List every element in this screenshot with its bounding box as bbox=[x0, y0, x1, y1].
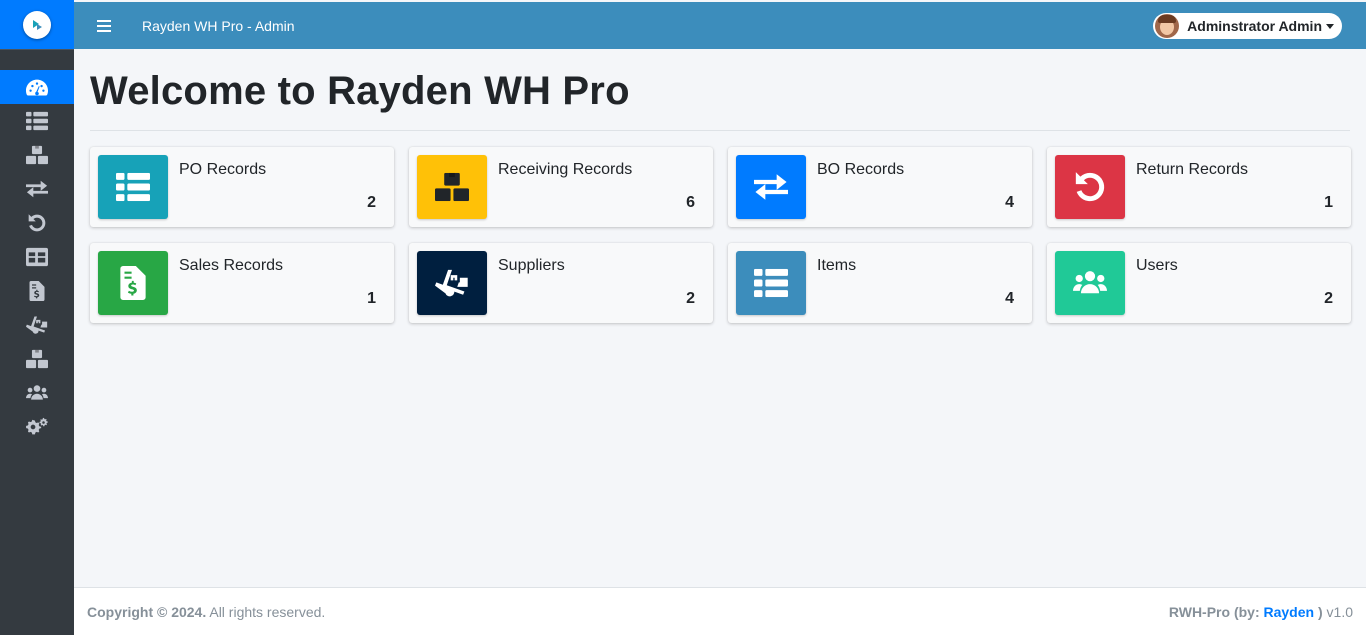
card-label: Suppliers bbox=[498, 257, 565, 274]
dashboard-icon bbox=[26, 77, 48, 97]
credit-text: RWH-Pro (by: Rayden ) v1.0 bbox=[1169, 604, 1353, 620]
card-label: Users bbox=[1136, 257, 1178, 274]
list-icon bbox=[116, 170, 150, 204]
hamburger-icon bbox=[97, 20, 111, 32]
divider bbox=[90, 130, 1350, 131]
sidebar-item-stocks[interactable] bbox=[0, 240, 74, 274]
undo-icon bbox=[26, 213, 48, 233]
brand-logo[interactable] bbox=[23, 10, 51, 39]
card-icon-box bbox=[98, 251, 168, 315]
sidebar-item-return-records[interactable] bbox=[0, 206, 74, 240]
card-icon-box bbox=[736, 155, 806, 219]
sidebar-item-items[interactable] bbox=[0, 342, 74, 376]
credit-prefix: RWH-Pro (by: bbox=[1168, 603, 1264, 620]
boxes-icon bbox=[26, 145, 48, 165]
card-bo-records[interactable]: BO Records 4 bbox=[728, 147, 1032, 227]
card-label: Sales Records bbox=[179, 257, 284, 274]
sidebar-item-users[interactable] bbox=[0, 376, 74, 410]
cogs-icon bbox=[26, 417, 48, 437]
main-content: Welcome to Rayden WH Pro PO Records 2 Re… bbox=[74, 49, 1366, 587]
user-menu-dropdown[interactable]: Adminstrator Admin bbox=[1153, 13, 1342, 39]
caret-down-icon bbox=[1326, 23, 1334, 29]
card-count: 2 bbox=[686, 290, 695, 307]
boxes-icon bbox=[435, 170, 469, 204]
exchange-icon bbox=[754, 170, 788, 204]
undo-icon bbox=[1073, 170, 1107, 204]
list-icon bbox=[754, 266, 788, 300]
dolly-icon bbox=[26, 315, 48, 335]
card-count: 2 bbox=[1324, 290, 1333, 307]
author-link[interactable]: Rayden bbox=[1264, 604, 1315, 620]
sidebar bbox=[0, 0, 74, 635]
exchange-icon bbox=[26, 179, 48, 199]
card-users[interactable]: Users 2 bbox=[1047, 243, 1351, 323]
invoice-dollar-icon bbox=[116, 266, 150, 300]
logo-icon bbox=[33, 19, 42, 30]
page-title: Welcome to Rayden WH Pro bbox=[90, 69, 630, 113]
avatar bbox=[1155, 14, 1180, 38]
card-suppliers[interactable]: Suppliers 2 bbox=[409, 243, 713, 323]
card-icon-box bbox=[1055, 251, 1125, 315]
users-icon bbox=[26, 383, 48, 403]
card-po-records[interactable]: PO Records 2 bbox=[90, 147, 394, 227]
card-icon-box bbox=[417, 155, 487, 219]
sidebar-item-po-records[interactable] bbox=[0, 104, 74, 138]
card-label: PO Records bbox=[179, 161, 267, 178]
copyright-text: Copyright © 2024. All rights reserved. bbox=[87, 604, 325, 620]
card-count: 4 bbox=[1005, 194, 1014, 211]
card-count: 1 bbox=[367, 290, 376, 307]
card-label: Receiving Records bbox=[498, 161, 633, 178]
card-count: 1 bbox=[1324, 194, 1333, 211]
sidebar-nav bbox=[0, 70, 74, 444]
copyright-bold: Copyright © 2024. bbox=[87, 603, 207, 620]
card-label: Return Records bbox=[1136, 161, 1249, 178]
card-icon-box bbox=[98, 155, 168, 219]
card-count: 2 bbox=[367, 194, 376, 211]
card-icon-box bbox=[417, 251, 487, 315]
card-label: Items bbox=[817, 257, 857, 274]
app-title: Rayden WH Pro - Admin bbox=[142, 17, 295, 34]
sidebar-item-suppliers[interactable] bbox=[0, 308, 74, 342]
list-icon bbox=[26, 111, 48, 131]
version-text: v1.0 bbox=[1322, 603, 1353, 620]
card-count: 4 bbox=[1005, 290, 1014, 307]
sidebar-item-settings[interactable] bbox=[0, 410, 74, 444]
card-sales-records[interactable]: Sales Records 1 bbox=[90, 243, 394, 323]
sidebar-item-bo-records[interactable] bbox=[0, 172, 74, 206]
footer: Copyright © 2024. All rights reserved. R… bbox=[74, 587, 1366, 635]
card-receiving-records[interactable]: Receiving Records 6 bbox=[409, 147, 713, 227]
table-icon bbox=[26, 247, 48, 267]
user-name: Adminstrator Admin bbox=[1187, 18, 1322, 34]
sidebar-item-receiving-records[interactable] bbox=[0, 138, 74, 172]
card-items[interactable]: Items 4 bbox=[728, 243, 1032, 323]
invoice-dollar-icon bbox=[26, 281, 48, 301]
card-label: BO Records bbox=[817, 161, 905, 178]
card-icon-box bbox=[1055, 155, 1125, 219]
card-count: 6 bbox=[686, 194, 695, 211]
copyright-rest: All rights reserved. bbox=[206, 603, 326, 620]
top-navbar: Rayden WH Pro - Admin Adminstrator Admin bbox=[74, 2, 1366, 49]
sidebar-item-sales-records[interactable] bbox=[0, 274, 74, 308]
card-return-records[interactable]: Return Records 1 bbox=[1047, 147, 1351, 227]
card-icon-box bbox=[736, 251, 806, 315]
sidebar-item-dashboard[interactable] bbox=[0, 70, 74, 104]
dolly-icon bbox=[435, 266, 469, 300]
users-icon bbox=[1073, 266, 1107, 300]
brand[interactable] bbox=[0, 0, 74, 50]
boxes-icon bbox=[26, 349, 48, 369]
sidebar-toggle-button[interactable] bbox=[74, 20, 134, 32]
credit-suffix: ) bbox=[1314, 603, 1323, 620]
